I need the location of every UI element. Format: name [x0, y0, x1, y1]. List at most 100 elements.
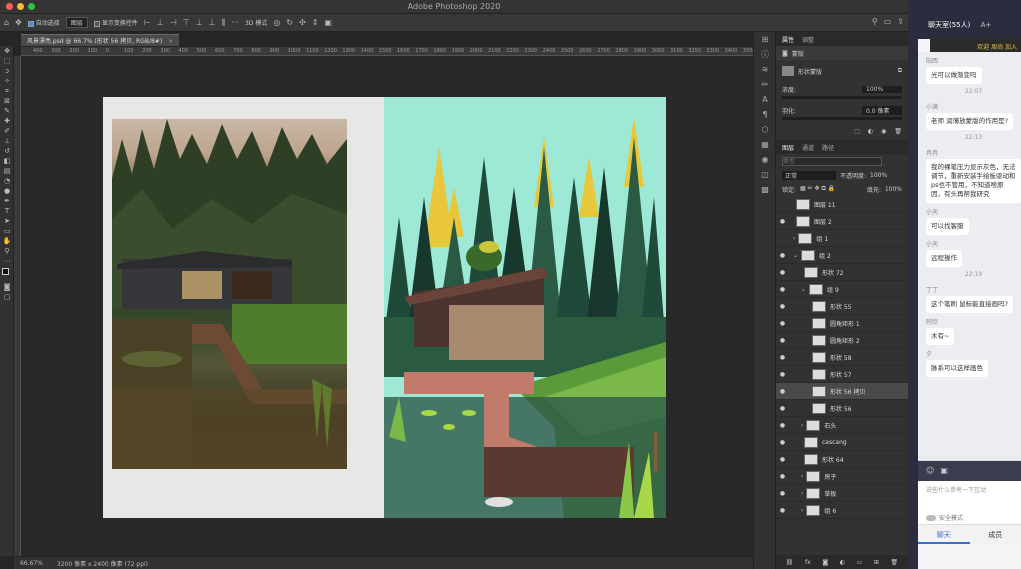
move-tool-icon[interactable]: ✥ [15, 18, 22, 27]
layer-row[interactable]: ● › 石头 [776, 417, 908, 434]
new-layer-icon[interactable]: ⊞ [874, 559, 879, 566]
group-toggle-icon[interactable]: › [801, 473, 803, 480]
blend-mode-dropdown[interactable]: 正常 [782, 170, 836, 180]
visibility-eye-icon[interactable]: ● [776, 286, 789, 293]
visibility-eye-icon[interactable]: ● [776, 252, 789, 259]
share-icon[interactable]: ⇪ [897, 17, 904, 26]
dodge-tool-icon[interactable]: ● [0, 186, 14, 196]
density-value[interactable]: 100% [862, 85, 902, 93]
tab-paths[interactable]: 路径 [822, 143, 834, 152]
align-top-icon[interactable]: ⊤ [183, 18, 190, 27]
align-left-icon[interactable]: ⊢ [144, 18, 151, 27]
group-toggle-icon[interactable]: ⌄ [793, 252, 798, 259]
workspace-icon[interactable]: ▭ [884, 17, 892, 26]
illustration-artwork[interactable] [384, 97, 666, 518]
search-icon[interactable]: ⚲ [872, 17, 878, 26]
layer-row[interactable]: ● 形状 58 [776, 349, 908, 366]
visibility-eye-icon[interactable]: ● [776, 507, 789, 514]
layer-name[interactable]: 组 6 [824, 506, 836, 515]
visibility-eye-icon[interactable]: ● [776, 218, 789, 225]
document-tab[interactable]: 风景漂亮.psd @ 66.7% (形状 56 拷贝, RGB/8#) × [21, 34, 180, 46]
crop-tool-icon[interactable]: ⌗ [0, 86, 14, 96]
visibility-eye-icon[interactable]: ● [776, 371, 789, 378]
magic-wand-tool-icon[interactable]: ✧ [0, 76, 14, 86]
auto-select-checkbox[interactable]: 自动选择 [27, 18, 60, 27]
fx-icon[interactable]: fx [805, 559, 811, 566]
align-right-icon[interactable]: ⊣ [170, 18, 177, 27]
layer-name[interactable]: 圆角矩形 2 [830, 336, 860, 345]
layer-row[interactable]: ● 圆角矩形 1 [776, 315, 908, 332]
layer-name[interactable]: 组 1 [816, 234, 828, 243]
marquee-tool-icon[interactable]: ⬚ [0, 56, 14, 66]
3d-scale-icon[interactable]: ▣ [324, 18, 332, 27]
color-panel-icon[interactable]: ◉ [754, 152, 776, 167]
tab-members[interactable]: 成员 [970, 525, 1021, 544]
history-panel-icon[interactable]: ⊞ [754, 32, 776, 47]
layer-name[interactable]: 圆角矩形 1 [830, 319, 860, 328]
layer-name[interactable]: 形状 64 [822, 455, 844, 464]
frame-tool-icon[interactable]: ⊠ [0, 96, 14, 106]
visibility-eye-icon[interactable]: ● [776, 439, 789, 446]
paragraph-panel-icon[interactable]: ¶ [754, 107, 776, 122]
layer-row[interactable]: 图层 11 [776, 196, 908, 213]
3d-roll-icon[interactable]: ↻ [286, 18, 293, 27]
layer-row[interactable]: › 组 1 [776, 230, 908, 247]
align-middle-icon[interactable]: ⊥ [196, 18, 203, 27]
adjustments-panel-icon[interactable]: ≋ [754, 62, 776, 77]
show-transform-checkbox[interactable]: 显示变换控件 [93, 18, 138, 27]
swatches-panel-icon[interactable]: ▦ [754, 137, 776, 152]
visibility-eye-icon[interactable]: ● [776, 422, 789, 429]
eyedropper-tool-icon[interactable]: ✎ [0, 106, 14, 116]
group-toggle-icon[interactable]: › [793, 235, 795, 242]
character-panel-icon[interactable]: A [754, 92, 776, 107]
type-tool-icon[interactable]: T [0, 206, 14, 216]
visibility-eye-icon[interactable]: ● [776, 320, 789, 327]
select-mask-icon[interactable]: ⬚ [854, 128, 860, 135]
tab-chat[interactable]: 聊天 [918, 525, 970, 544]
layer-name[interactable]: 形状 56 拷贝 [830, 387, 865, 396]
layer-row[interactable]: ● › 组 6 [776, 502, 908, 519]
group-toggle-icon[interactable]: › [801, 490, 803, 497]
layer-row[interactable]: ● 图层 2 [776, 213, 908, 230]
lasso-tool-icon[interactable]: ↄ [0, 66, 14, 76]
apply-mask-icon[interactable]: ⧉ [898, 67, 902, 75]
feather-value[interactable]: 0.0 像素 [862, 105, 902, 115]
more-tools-icon[interactable]: ⋯ [0, 256, 14, 266]
visibility-eye-icon[interactable]: ● [776, 354, 789, 361]
visibility-eye-icon[interactable]: ● [776, 269, 789, 276]
lock-icons[interactable]: ▦ ✏ ✥ ⧉ 🔒 [800, 185, 835, 193]
layer-row[interactable]: ● 形状 72 [776, 264, 908, 281]
layer-row[interactable]: ● 形状 55 [776, 298, 908, 315]
distribute-icon[interactable]: ⫼ [222, 18, 226, 28]
healing-tool-icon[interactable]: ✚ [0, 116, 14, 126]
layer-row[interactable]: ● › 房子 [776, 468, 908, 485]
visibility-eye-icon[interactable]: ● [776, 473, 789, 480]
density-slider[interactable] [782, 96, 902, 99]
layer-row[interactable]: ● › 草板 [776, 485, 908, 502]
delete-layer-icon[interactable]: 🗑 [891, 559, 899, 566]
align-bottom-icon[interactable]: ⊥ [209, 18, 216, 27]
layer-row[interactable]: ● 圆角矩形 2 [776, 332, 908, 349]
3d-panel-icon[interactable]: ⬡ [754, 122, 776, 137]
layer-row[interactable]: ● cascang [776, 434, 908, 451]
layer-name[interactable]: 石头 [824, 421, 836, 430]
align-center-icon[interactable]: ⊥ [157, 18, 164, 27]
opacity-value[interactable]: 100% [870, 172, 887, 179]
tab-layers[interactable]: 图层 [782, 143, 794, 152]
libraries-panel-icon[interactable]: ◫ [754, 167, 776, 182]
layer-name[interactable]: 组 2 [819, 251, 831, 260]
visibility-eye-icon[interactable]: ● [776, 303, 789, 310]
more-options-icon[interactable]: ··· [231, 18, 239, 27]
close-tab-icon[interactable]: × [168, 38, 173, 45]
zoom-level[interactable]: 66.67% [20, 560, 43, 567]
layer-name[interactable]: 组 9 [827, 285, 839, 294]
visibility-eye-icon[interactable]: ● [776, 490, 789, 497]
tab-properties[interactable]: 属性 [782, 35, 794, 44]
visibility-eye-icon[interactable]: ● [776, 388, 789, 395]
visibility-eye-icon[interactable]: ● [776, 337, 789, 344]
move-tool-icon[interactable]: ✥ [0, 46, 14, 56]
patterns-panel-icon[interactable]: ▩ [754, 182, 776, 197]
home-icon[interactable]: ⌂ [4, 18, 9, 27]
group-toggle-icon[interactable]: › [801, 422, 803, 429]
layer-search-input[interactable] [782, 156, 882, 166]
